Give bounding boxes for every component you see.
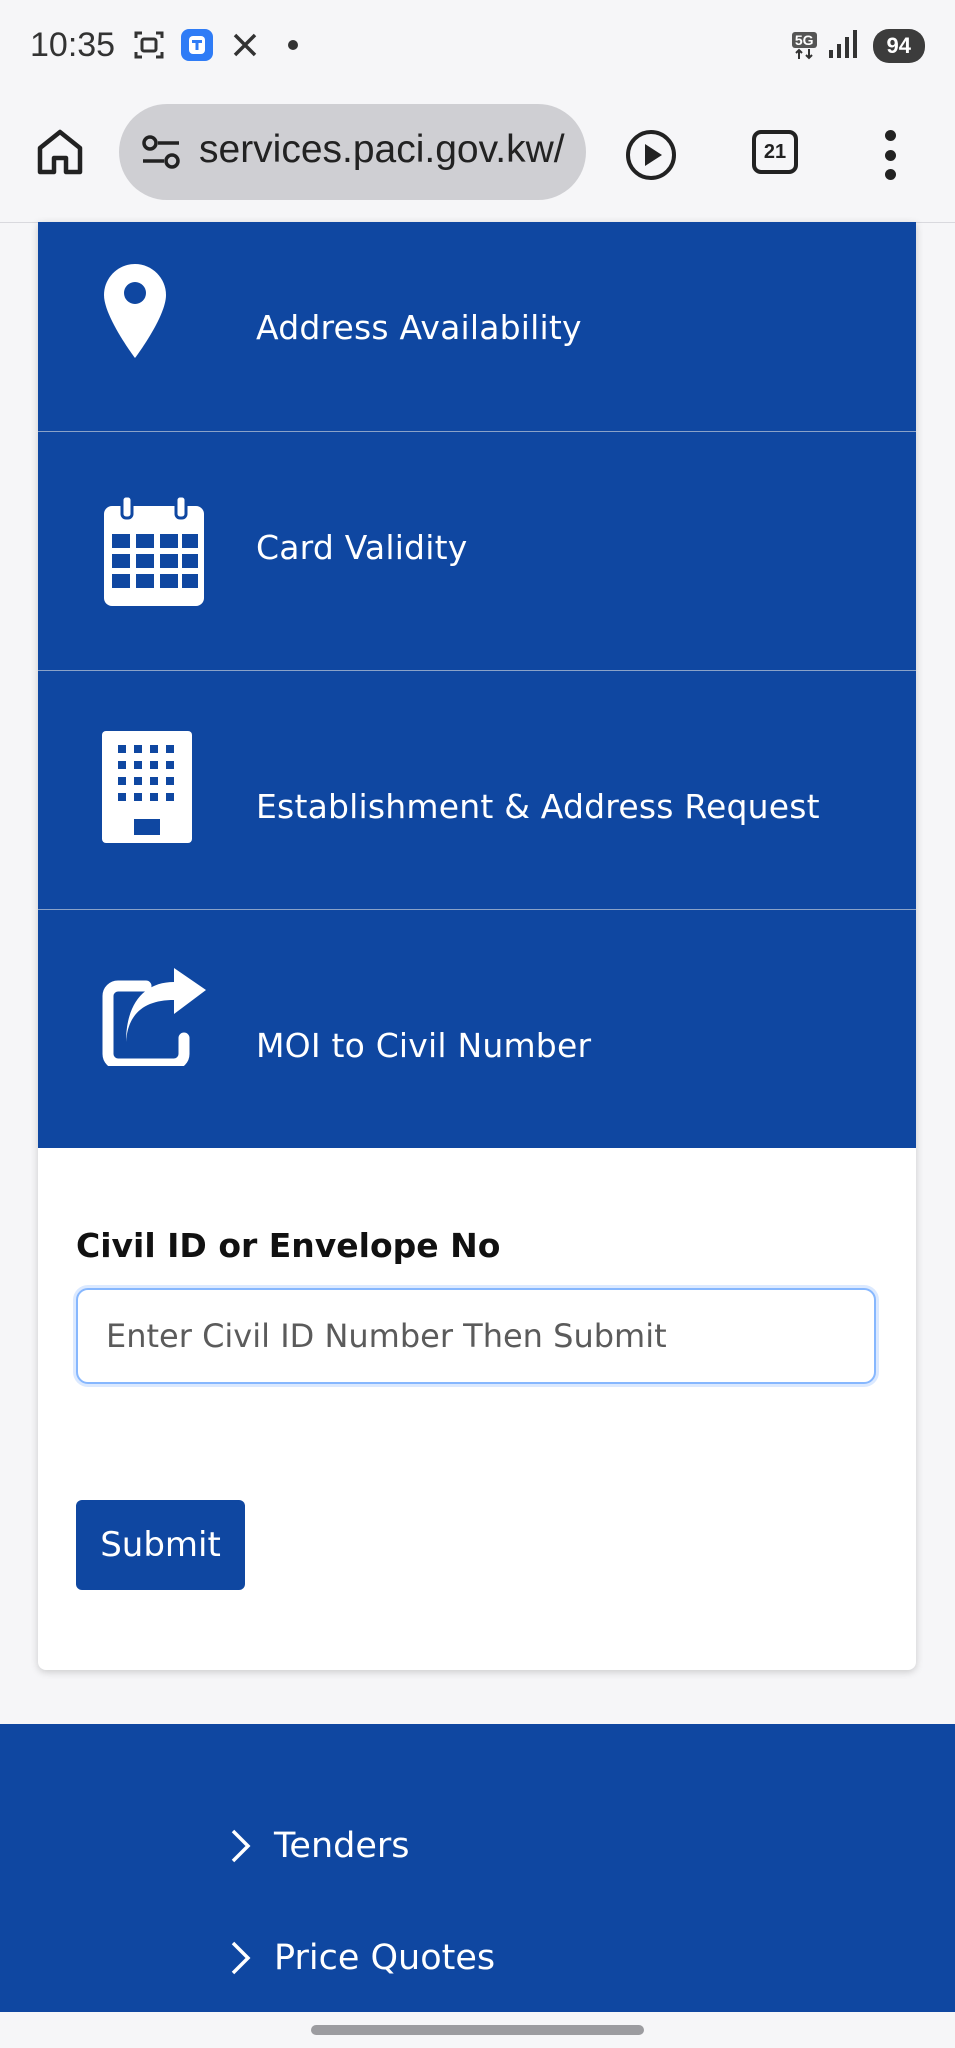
gesture-navigation-bar[interactable] [311, 2025, 644, 2035]
x-icon [228, 28, 262, 62]
footer-link-price-quotes[interactable]: Price Quotes [230, 1938, 495, 1978]
service-moi-to-civil-number[interactable]: MOI to Civil Number [38, 910, 916, 1148]
footer-link-label: Tenders [274, 1826, 410, 1866]
civil-id-input[interactable] [76, 1288, 876, 1384]
notification-icons [132, 28, 310, 62]
menu-dot [884, 130, 896, 141]
service-card-validity[interactable]: Card Validity [38, 432, 916, 671]
menu-dot [884, 169, 896, 180]
calendar-icon [104, 494, 204, 606]
tab-switcher-button[interactable]: 21 [752, 130, 798, 174]
battery-indicator: 94 [872, 29, 925, 63]
civil-id-label-visible: Civil ID or Envelope No [76, 1226, 501, 1265]
building-icon [102, 731, 192, 843]
system-icons: 5G 94 [791, 28, 925, 64]
service-label: Address Availability [256, 308, 582, 347]
chevron-right-icon [231, 1941, 251, 1975]
play-icon [626, 130, 676, 180]
status-time: 10:35 [30, 26, 116, 64]
services-card: Address Availability Card Validity Estab… [38, 222, 916, 1670]
menu-dot [884, 149, 896, 161]
screenshot-icon [132, 28, 166, 62]
footer-link-tenders[interactable]: Tenders [230, 1826, 410, 1866]
service-address-availability[interactable]: Address Availability [38, 222, 916, 432]
signal-icon [827, 28, 863, 64]
network-5g-icon: 5G [791, 32, 817, 60]
url-text[interactable]: services.paci.gov.kw/ [199, 128, 565, 172]
home-button[interactable] [34, 126, 86, 178]
media-play-button[interactable] [624, 128, 678, 182]
app-notification-icon [180, 28, 214, 62]
footer-link-label: Price Quotes [274, 1938, 496, 1978]
status-bar: 10:35 5G 94 [0, 0, 955, 94]
share-icon [102, 968, 206, 1066]
address-bar[interactable]: services.paci.gov.kw/ [119, 104, 586, 200]
service-label: Establishment & Address Request [256, 787, 820, 826]
more-menu-button[interactable] [880, 130, 900, 180]
service-establishment-address-request[interactable]: Establishment & Address Request [38, 671, 916, 910]
submit-button[interactable]: Submit [76, 1500, 245, 1590]
site-settings-icon[interactable] [141, 134, 181, 170]
footer: Tenders Price Quotes [0, 1724, 955, 2012]
browser-toolbar: services.paci.gov.kw/ 21 [0, 94, 955, 223]
home-icon [37, 129, 83, 175]
chevron-right-icon [231, 1829, 251, 1863]
service-label: MOI to Civil Number [256, 1026, 592, 1065]
map-pin-icon [104, 264, 166, 358]
service-label: Card Validity [256, 528, 468, 567]
dot-icon [276, 28, 310, 62]
